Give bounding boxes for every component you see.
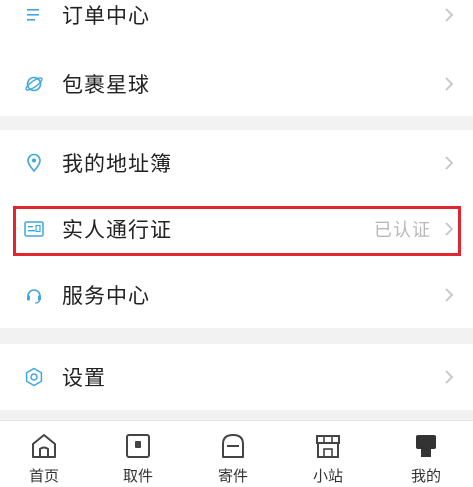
chevron-right-icon bbox=[445, 370, 454, 384]
chevron-right-icon bbox=[445, 156, 454, 170]
tab-label: 小站 bbox=[312, 467, 343, 485]
chevron-right-icon bbox=[445, 8, 454, 22]
menu-item-label: 订单中心 bbox=[62, 4, 150, 28]
menu-item-label: 服务中心 bbox=[62, 284, 150, 308]
location-icon bbox=[24, 153, 44, 173]
highlight-frame bbox=[13, 206, 461, 256]
bottom-tab-bar: 首页 取件 寄件 小站 我的 bbox=[0, 420, 473, 487]
send-box-icon bbox=[222, 434, 244, 458]
headset-icon bbox=[24, 285, 44, 305]
menu-item-orders[interactable]: 订单中心 bbox=[0, 0, 473, 48]
chevron-right-icon bbox=[445, 288, 454, 302]
tab-station[interactable]: 小站 bbox=[298, 421, 358, 487]
gear-icon bbox=[24, 367, 44, 387]
menu-group-1: 订单中心 包裹星球 bbox=[0, 0, 473, 116]
menu-group-3: 设置 bbox=[0, 344, 473, 410]
tab-label: 寄件 bbox=[217, 467, 248, 485]
home-icon bbox=[32, 434, 56, 458]
store-icon bbox=[316, 435, 340, 458]
chevron-right-icon bbox=[445, 77, 454, 91]
menu-item-settings[interactable]: 设置 bbox=[0, 344, 473, 410]
me-icon bbox=[416, 435, 436, 457]
tab-pickup[interactable]: 取件 bbox=[108, 421, 168, 487]
menu-item-label: 包裹星球 bbox=[62, 73, 150, 97]
tab-send[interactable]: 寄件 bbox=[203, 421, 263, 487]
list-icon bbox=[24, 5, 44, 25]
menu-item-label: 我的地址簿 bbox=[62, 152, 172, 176]
tab-me[interactable]: 我的 bbox=[396, 421, 456, 487]
menu-item-address[interactable]: 我的地址簿 bbox=[0, 130, 473, 196]
tab-label: 我的 bbox=[410, 467, 441, 485]
menu-item-planet[interactable]: 包裹星球 bbox=[0, 51, 473, 117]
menu-item-label: 设置 bbox=[62, 366, 106, 390]
tab-home[interactable]: 首页 bbox=[14, 421, 74, 487]
planet-icon bbox=[24, 74, 44, 94]
tab-label: 首页 bbox=[28, 467, 59, 485]
tab-label: 取件 bbox=[122, 467, 153, 485]
locker-icon bbox=[126, 434, 150, 458]
menu-item-service[interactable]: 服务中心 bbox=[0, 262, 473, 328]
